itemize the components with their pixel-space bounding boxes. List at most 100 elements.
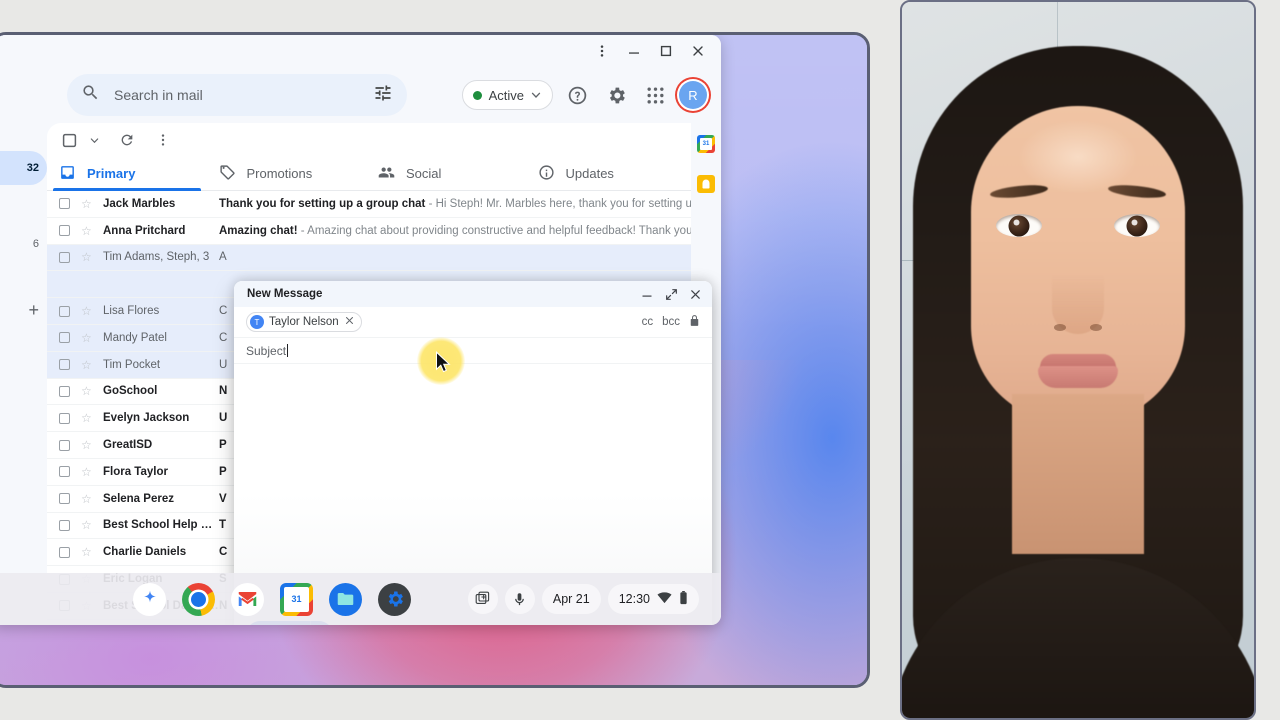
remove-chip-icon[interactable] [345, 316, 354, 328]
window-titlebar [0, 35, 721, 67]
nostril-left [1054, 324, 1066, 331]
tab-social-label: Social [406, 166, 442, 181]
status-dot [472, 90, 482, 100]
window-maximize-button[interactable] [651, 38, 681, 64]
refresh-icon[interactable] [113, 126, 141, 154]
tune-filter-icon[interactable] [373, 83, 393, 108]
microphone-icon[interactable] [504, 584, 535, 614]
row-checkbox[interactable] [59, 385, 70, 397]
row-checkbox[interactable] [59, 412, 70, 424]
row-checkbox[interactable] [59, 439, 70, 451]
row-checkbox[interactable] [59, 251, 70, 263]
row-checkbox[interactable] [59, 332, 70, 344]
star-icon[interactable]: ☆ [81, 465, 95, 479]
tab-promotions-label: Promotions [246, 166, 313, 181]
calendar-icon[interactable]: 31 [697, 135, 715, 153]
recipient-row[interactable]: T Taylor Nelson cc bcc [234, 307, 712, 338]
table-row[interactable]: ☆ Jack Marbles Thank you for setting up a … [47, 191, 691, 218]
keep-icon[interactable] [697, 175, 715, 193]
star-icon[interactable]: ☆ [81, 518, 95, 532]
date-display[interactable]: Apr 21 [541, 584, 601, 614]
window-menu-button[interactable] [587, 38, 617, 64]
subject-row[interactable]: Subject [234, 338, 712, 364]
calendar-icon[interactable]: 31 [280, 582, 313, 616]
select-all-checkbox[interactable] [55, 126, 83, 154]
screen-capture-icon[interactable] [467, 584, 498, 614]
row-subject: C [219, 546, 228, 559]
sidebar-item-secondary[interactable]: 6 [0, 227, 47, 261]
row-subject: U [219, 412, 228, 425]
recipient-chip[interactable]: T Taylor Nelson [246, 312, 362, 332]
star-icon[interactable]: ☆ [81, 224, 95, 238]
row-sender: Tim Adams, Steph, 3 [103, 251, 210, 264]
status-area[interactable]: 12:30 [607, 584, 699, 614]
star-icon[interactable]: ☆ [81, 197, 95, 211]
compose-close-icon[interactable] [684, 284, 706, 304]
star-icon[interactable]: ☆ [81, 438, 95, 452]
row-sender: Lisa Flores [103, 305, 160, 318]
bcc-button[interactable]: bcc [662, 316, 680, 328]
row-checkbox[interactable] [59, 198, 70, 210]
table-row[interactable]: ☆ Tim Adams, Steph, 3 A [47, 244, 691, 272]
row-subject: V [219, 492, 227, 505]
star-icon[interactable]: ☆ [81, 545, 95, 559]
gmail-icon[interactable] [231, 582, 264, 616]
row-checkbox[interactable] [59, 466, 70, 478]
status-chip[interactable]: Active [461, 80, 553, 110]
star-icon[interactable]: ☆ [81, 384, 95, 398]
sidebar-add-label-button[interactable]: + [0, 293, 47, 327]
tab-social[interactable]: Social [372, 157, 532, 190]
cc-button[interactable]: cc [642, 316, 654, 328]
apps-grid-icon[interactable] [640, 80, 670, 110]
search-input[interactable] [114, 87, 359, 103]
nostril-right [1090, 324, 1102, 331]
chrome-icon[interactable] [182, 582, 215, 616]
subject-input[interactable]: Subject [246, 343, 289, 358]
select-all-chevron-down-icon[interactable] [87, 126, 101, 154]
row-checkbox[interactable] [59, 359, 70, 371]
row-subject-snippet: A [219, 251, 691, 263]
table-row[interactable]: ☆ Anna Pritchard Amazing chat! - Amazing c… [47, 217, 691, 245]
tab-primary[interactable]: Primary [53, 157, 213, 191]
recipient-name: Taylor Nelson [269, 316, 339, 328]
star-icon[interactable]: ☆ [81, 492, 95, 506]
webcam-video-panel [900, 0, 1256, 720]
row-sender: GoSchool [103, 385, 158, 398]
row-checkbox[interactable] [59, 519, 70, 531]
row-sender: Flora Taylor [103, 465, 168, 478]
gear-icon[interactable] [601, 80, 631, 110]
chevron-down-icon [531, 88, 541, 103]
row-subject: Thank you for setting up a group chat [219, 197, 426, 210]
sidebar-item-inbox[interactable]: 32 [0, 151, 47, 185]
star-icon[interactable]: ☆ [81, 304, 95, 318]
avatar[interactable]: R [679, 81, 707, 109]
row-checkbox[interactable] [59, 546, 70, 558]
search-bar[interactable] [67, 74, 407, 116]
row-subject: T [219, 519, 227, 532]
star-icon[interactable]: ☆ [81, 250, 95, 264]
row-subject: P [219, 439, 227, 452]
files-icon[interactable] [329, 582, 362, 616]
window-minimize-button[interactable] [619, 38, 649, 64]
compose-header[interactable]: New Message [234, 281, 712, 307]
row-subject-snippet: Amazing chat! - Amazing chat about provi… [219, 225, 691, 237]
star-icon[interactable]: ☆ [81, 358, 95, 372]
status-label: Active [488, 87, 524, 103]
star-icon[interactable]: ☆ [81, 331, 95, 345]
list-more-vertical-icon[interactable] [149, 126, 177, 154]
gemini-launcher-icon[interactable] [133, 582, 166, 616]
compose-expand-icon[interactable] [660, 284, 682, 304]
window-close-button[interactable] [683, 38, 713, 64]
star-icon[interactable]: ☆ [81, 411, 95, 425]
row-checkbox[interactable] [59, 305, 70, 317]
settings-icon[interactable] [378, 582, 411, 616]
help-circle-icon[interactable] [562, 80, 592, 110]
search-icon [81, 83, 100, 107]
tab-updates[interactable]: Updates [532, 157, 692, 190]
row-checkbox[interactable] [59, 493, 70, 505]
row-checkbox[interactable] [59, 225, 70, 237]
compose-minimize-icon[interactable] [636, 284, 658, 304]
row-subject: C [219, 331, 228, 344]
tab-promotions[interactable]: Promotions [213, 157, 373, 190]
lock-icon[interactable] [689, 314, 700, 330]
